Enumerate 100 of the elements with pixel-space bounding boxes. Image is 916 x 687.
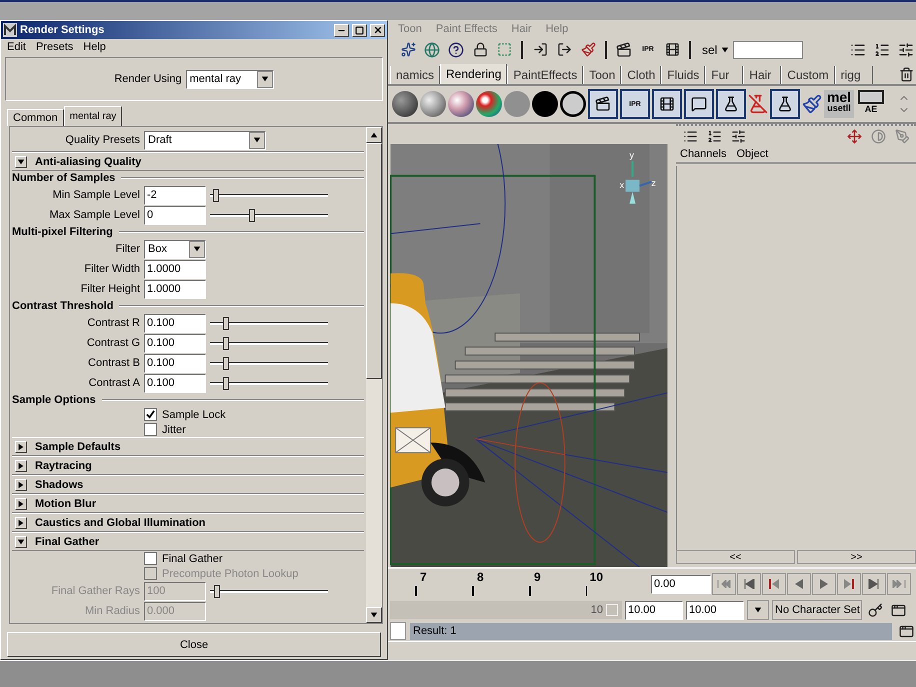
range-start-field[interactable]: 10.00 [625, 600, 683, 620]
section-header[interactable]: Sample Defaults [12, 437, 364, 456]
slider[interactable] [210, 357, 328, 369]
slider[interactable] [210, 317, 328, 329]
renderer-dropdown[interactable]: mental ray [186, 70, 274, 88]
step-forward-frame-button[interactable] [837, 573, 861, 595]
help-icon[interactable] [446, 40, 466, 60]
shelf-tab[interactable]: Hair [743, 66, 782, 84]
dropdown-button[interactable] [747, 600, 769, 620]
range-handle[interactable] [606, 604, 618, 616]
checkbox[interactable] [144, 408, 157, 421]
shelf-tab[interactable]: Rendering [440, 64, 508, 84]
filter-dropdown[interactable]: Box [144, 240, 206, 258]
film-icon[interactable] [652, 89, 682, 119]
mel-script-icon[interactable]: mel usetll [824, 90, 854, 118]
scroll-down-button[interactable] [366, 607, 382, 623]
slider[interactable] [210, 189, 328, 201]
scrollbar[interactable] [366, 127, 382, 623]
section-header[interactable]: Final Gather [12, 532, 364, 551]
ring-icon[interactable] [560, 91, 586, 117]
value-field[interactable]: 1.0000 [144, 280, 206, 298]
slider-thumb[interactable] [223, 377, 230, 390]
close-button[interactable]: Close [7, 632, 381, 657]
step-forward-key-button[interactable] [862, 573, 886, 595]
command-input[interactable] [390, 622, 406, 640]
shelf-tab[interactable]: Custom [781, 66, 835, 84]
shelf-tab[interactable]: Fluids [661, 66, 706, 84]
sphere-icon[interactable] [392, 91, 418, 117]
scroll-up-button[interactable] [366, 127, 382, 143]
globe-icon[interactable] [422, 40, 442, 60]
value-field[interactable]: 0.100 [144, 354, 206, 372]
expand-toggle[interactable] [15, 478, 27, 490]
play-backward-button[interactable] [787, 573, 811, 595]
channel-box-tab[interactable]: Object [736, 148, 768, 160]
flask-icon[interactable] [716, 89, 746, 119]
value-field[interactable]: 0.100 [144, 374, 206, 392]
shelf-tab[interactable]: rigg [834, 66, 873, 84]
go-to-start-button[interactable] [712, 573, 736, 595]
paintbrush-icon[interactable] [802, 94, 822, 114]
timeline-tick [415, 586, 417, 596]
selection-field[interactable] [733, 40, 804, 58]
slider[interactable] [210, 209, 328, 221]
section-header[interactable]: Raytracing [12, 456, 364, 475]
minimize-button[interactable] [334, 24, 349, 36]
sphere-icon[interactable] [532, 91, 558, 117]
step-back-frame-button[interactable] [762, 573, 786, 595]
shelf-tab[interactable]: Toon [583, 66, 622, 84]
maximize-button[interactable] [352, 24, 367, 36]
checkbox[interactable] [144, 552, 157, 565]
step-back-key-button[interactable] [737, 573, 761, 595]
current-time-field[interactable]: 0.00 [651, 574, 711, 594]
value-field[interactable]: 1.0000 [144, 260, 206, 278]
flask-crossed-icon[interactable] [748, 94, 768, 114]
checkbox[interactable] [144, 423, 157, 436]
shelf-tab[interactable]: Fur [705, 66, 744, 84]
tab[interactable]: mental ray [64, 106, 122, 126]
clapperboard-icon[interactable] [588, 89, 618, 119]
value-field[interactable]: 0.100 [144, 334, 206, 352]
message-icon[interactable] [684, 89, 714, 119]
slider[interactable] [210, 585, 328, 597]
section-header[interactable]: Motion Blur [12, 494, 364, 513]
close-button[interactable] [370, 24, 385, 36]
range-end-field[interactable]: 10.00 [686, 600, 744, 620]
expand-toggle[interactable] [15, 498, 27, 510]
slider[interactable] [210, 337, 328, 349]
slider-thumb[interactable] [223, 317, 230, 330]
section-header[interactable]: Shadows [12, 475, 364, 494]
play-button[interactable] [812, 573, 836, 595]
menu-item[interactable]: Presets [36, 41, 74, 53]
slider-thumb[interactable] [223, 357, 230, 370]
scroll-button[interactable]: >> [797, 550, 916, 564]
slider-thumb[interactable] [213, 189, 220, 202]
selection-mode-label[interactable]: sel [702, 42, 718, 56]
expand-toggle[interactable] [15, 460, 27, 472]
menu-item[interactable]: Help [83, 41, 106, 53]
scroll-button[interactable]: << [676, 550, 795, 564]
flask-icon[interactable] [770, 89, 800, 119]
slider-thumb[interactable] [223, 337, 230, 350]
expand-toggle[interactable] [15, 516, 27, 528]
channel-box-tab[interactable]: Channels [680, 148, 726, 160]
expand-toggle[interactable] [15, 440, 27, 452]
value-field[interactable]: 0 [144, 206, 206, 224]
slider-thumb[interactable] [249, 209, 256, 222]
expand-toggle[interactable] [15, 536, 27, 548]
sphere-icon[interactable] [476, 91, 502, 117]
range-slider[interactable]: 10 [390, 601, 622, 619]
section-header[interactable]: Anti-aliasing Quality [12, 152, 364, 171]
value-field[interactable]: -2 [144, 186, 206, 204]
shelf-tab[interactable]: PaintEffects [507, 66, 584, 84]
shelf-tab[interactable]: namics [390, 66, 440, 84]
section-header[interactable]: Caustics and Global Illumination [12, 513, 364, 532]
menu-item[interactable]: Edit [7, 41, 26, 53]
character-set-menu[interactable]: No Character Set [772, 600, 862, 620]
quality-presets-dropdown[interactable]: Draft [144, 130, 266, 150]
value-field[interactable]: 0.100 [144, 314, 206, 332]
expand-toggle[interactable] [15, 156, 27, 168]
scrollbar-thumb[interactable] [366, 143, 382, 379]
tab[interactable]: Common [7, 109, 64, 126]
slider[interactable] [210, 377, 328, 389]
shelf-tab[interactable]: Cloth [621, 66, 662, 84]
